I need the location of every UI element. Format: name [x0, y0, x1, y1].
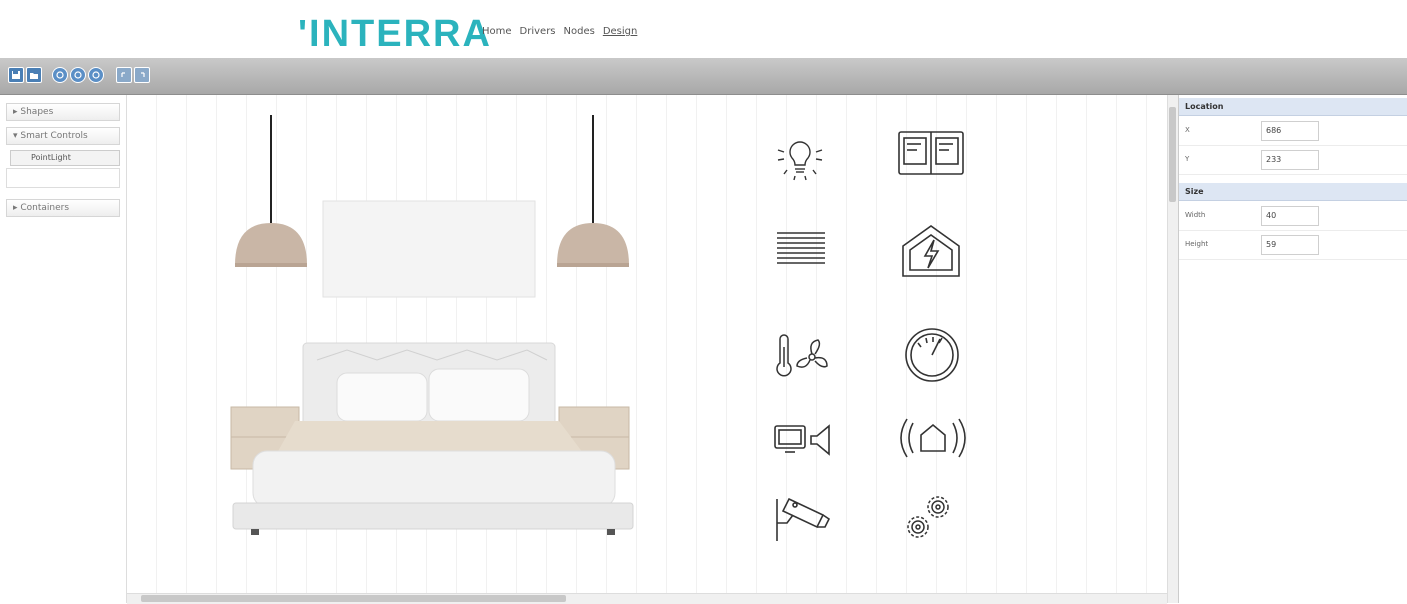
blinds-icon[interactable]	[773, 229, 829, 269]
width-label: Width	[1185, 211, 1206, 219]
containers-label: Containers	[20, 203, 70, 213]
smart-controls-list-area	[6, 168, 120, 188]
tv-speaker-icon[interactable]	[773, 422, 835, 458]
location-section-header: Location	[1179, 98, 1407, 116]
horizontal-scroll-thumb[interactable]	[141, 595, 566, 602]
zoom-reset-icon[interactable]	[70, 67, 86, 83]
alarm-signal-icon[interactable]	[897, 415, 969, 461]
containers-section-toggle[interactable]: ▸ Containers	[6, 199, 120, 217]
nav-drivers-link[interactable]: Drivers	[520, 26, 556, 37]
left-panel: ▸ Shapes ▾ Smart Controls PointLight ▸ C…	[0, 95, 127, 603]
shapes-section-toggle[interactable]: ▸ Shapes	[6, 103, 120, 121]
zoom-in-icon[interactable]	[52, 67, 68, 83]
cctv-camera-icon[interactable]	[773, 493, 835, 545]
x-property-row: X 686	[1179, 117, 1407, 146]
width-property-row: Width 40	[1179, 202, 1407, 231]
smart-controls-label: Smart Controls	[20, 131, 88, 141]
height-label: Height	[1185, 240, 1209, 248]
top-nav: Home Drivers Nodes Design	[482, 26, 637, 37]
y-field[interactable]: 233	[1261, 150, 1319, 170]
y-label: Y	[1185, 155, 1190, 163]
width-field[interactable]: 40	[1261, 206, 1319, 226]
gears-icon[interactable]	[902, 493, 954, 545]
pointlight-label: PointLight	[31, 153, 71, 162]
interra-logo[interactable]: 'INTERRA	[298, 12, 492, 56]
zoom-out-icon[interactable]	[88, 67, 104, 83]
shapes-label: Shapes	[20, 107, 54, 117]
nav-nodes-link[interactable]: Nodes	[564, 26, 595, 37]
gauge-icon[interactable]	[902, 325, 962, 385]
redo-icon[interactable]	[134, 67, 150, 83]
height-property-row: Height 59	[1179, 231, 1407, 260]
design-canvas[interactable]	[127, 95, 1167, 595]
properties-panel: Location X 686 Y 233 Size Width 40 Heigh…	[1178, 95, 1407, 603]
nav-home-link[interactable]: Home	[482, 26, 512, 37]
energy-house-icon[interactable]	[899, 222, 963, 280]
horizontal-scrollbar[interactable]	[127, 593, 1167, 604]
x-label: X	[1185, 126, 1190, 134]
save-icon[interactable]	[8, 67, 24, 83]
size-section-header: Size	[1179, 183, 1407, 201]
vertical-scrollbar[interactable]	[1167, 95, 1178, 603]
book-icon[interactable]	[897, 130, 965, 176]
thermostat-fan-icon[interactable]	[772, 333, 834, 379]
open-icon[interactable]	[26, 67, 42, 83]
bedroom-scene-image	[230, 115, 634, 535]
undo-icon[interactable]	[116, 67, 132, 83]
smart-controls-section-toggle[interactable]: ▾ Smart Controls	[6, 127, 120, 145]
pointlight-item[interactable]: PointLight	[10, 150, 120, 166]
header: 'INTERRA Home Drivers Nodes Design	[0, 0, 1407, 58]
nav-design-link[interactable]: Design	[603, 26, 638, 37]
height-field[interactable]: 59	[1261, 235, 1319, 255]
vertical-scroll-thumb[interactable]	[1169, 107, 1176, 202]
toolbar	[0, 58, 1407, 95]
x-field[interactable]: 686	[1261, 121, 1319, 141]
lightbulb-icon[interactable]	[772, 128, 828, 184]
y-property-row: Y 233	[1179, 146, 1407, 175]
